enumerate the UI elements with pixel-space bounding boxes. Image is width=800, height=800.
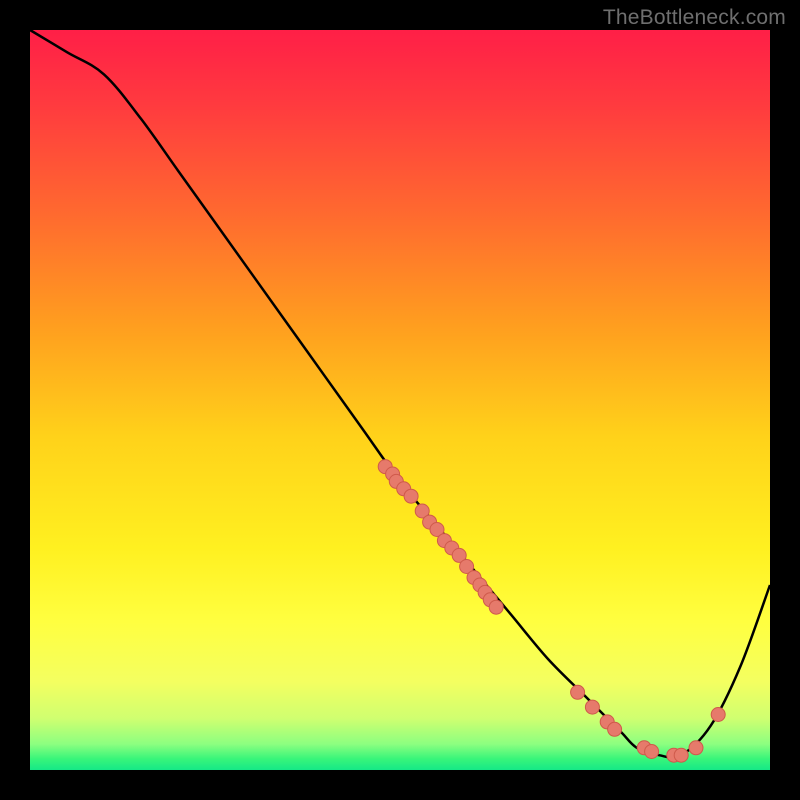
chart-svg [30,30,770,770]
data-markers [378,460,725,763]
data-marker [608,722,622,736]
data-marker [404,489,418,503]
data-marker [571,685,585,699]
bottleneck-curve [30,30,770,758]
data-marker [689,741,703,755]
plot-area [30,30,770,770]
data-marker [711,708,725,722]
data-marker [585,700,599,714]
chart-frame: TheBottleneck.com [0,0,800,800]
watermark-text: TheBottleneck.com [603,6,786,30]
data-marker [674,748,688,762]
data-marker [489,600,503,614]
data-marker [645,745,659,759]
